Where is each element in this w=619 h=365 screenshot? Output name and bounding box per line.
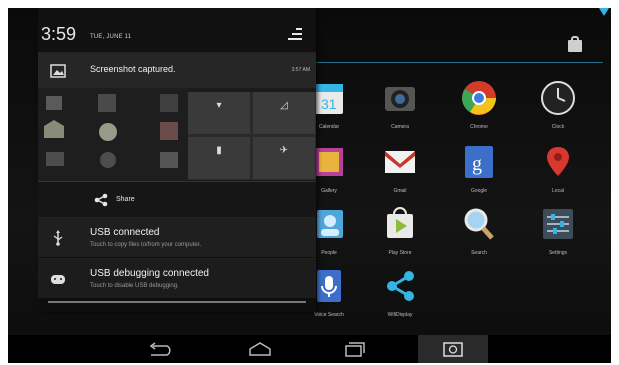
image-icon [38,53,78,88]
usb-connected-notification[interactable]: USB connected Touch to copy files to/fro… [38,217,316,257]
notification-title: Screenshot captured. [90,64,176,74]
notification-subtitle: Touch to disable USB debugging. [90,283,179,289]
share-icon [94,193,108,207]
app-settings[interactable]: Settings [523,204,593,256]
app-label: Gmail [393,188,407,194]
signal-icon [599,8,609,16]
app-label: Settings [548,250,568,256]
svg-text:g: g [472,153,482,175]
home-button[interactable] [245,341,275,357]
home-icon [249,342,271,356]
local-icon [538,142,578,182]
quick-settings-icon[interactable] [288,26,302,42]
screenshot-preview[interactable]: ▾ ◿ ▮ ✈ [38,88,316,181]
app-search[interactable]: Search [444,204,514,256]
app-label: Play Store [388,250,412,256]
screenshot-button[interactable] [418,335,488,363]
screenshot-notification[interactable]: Screenshot captured. 3:57 AM [38,52,316,88]
android-debug-icon [38,259,78,298]
clock-time: 3:59 [41,24,77,44]
app-label: Voice Search [314,312,344,318]
usb-debugging-notification[interactable]: USB debugging connected Touch to disable… [38,258,316,298]
clock-icon [538,78,578,118]
recents-icon [345,342,365,357]
store-icon[interactable] [568,36,582,52]
app-label: WifiDisplay [387,312,413,318]
notification-title: USB debugging connected [90,268,209,279]
usb-icon [38,218,78,257]
app-label: Search [471,250,487,256]
app-label: Local [552,188,564,194]
app-label: Clock [551,124,565,130]
app-camera[interactable]: Camera [365,78,435,130]
share-icon [380,266,420,306]
device-screen: 31 Calendar Camera Chrome Clock Gallery … [8,8,611,363]
svg-text:31: 31 [321,96,337,112]
back-icon [149,342,171,356]
preview-thumbnail-icon [38,88,188,181]
navigation-bar [8,335,611,363]
notification-time: 3:57 AM [291,67,310,73]
app-clock[interactable]: Clock [523,78,593,130]
gmail-icon [380,142,420,182]
share-label: Share [116,196,135,203]
search-icon [459,204,499,244]
chrome-icon [459,78,499,118]
clock-date: TUE, JUNE 11 [90,34,132,40]
app-label: Chrome [470,124,488,130]
app-local[interactable]: Local [523,142,593,194]
quick-settings-preview: ▾ ◿ ▮ ✈ [188,92,316,180]
notification-shade: 3:59 TUE, JUNE 11 Screenshot captured. 3… [38,8,316,312]
app-play-store[interactable]: Play Store [365,204,435,256]
settings-icon [538,204,578,244]
shade-header: 3:59 TUE, JUNE 11 [38,8,316,52]
drawer-divider [308,62,603,63]
app-label: Google [470,188,488,194]
shade-drag-handle[interactable] [48,301,306,303]
recents-button[interactable] [338,341,368,357]
camera-icon [380,78,420,118]
back-button[interactable] [145,341,175,357]
app-label: Camera [391,124,409,130]
play-store-icon [380,204,420,244]
notification-title: USB connected [90,227,160,238]
app-chrome[interactable]: Chrome [444,78,514,130]
app-gmail[interactable]: Gmail [365,142,435,194]
app-google[interactable]: g Google [444,142,514,194]
share-action[interactable]: Share [38,181,316,217]
notification-subtitle: Touch to copy files to/from your compute… [90,242,202,248]
app-wifidisplay[interactable]: WifiDisplay [365,266,435,318]
google-icon: g [459,142,499,182]
screenshot-icon [443,342,463,357]
